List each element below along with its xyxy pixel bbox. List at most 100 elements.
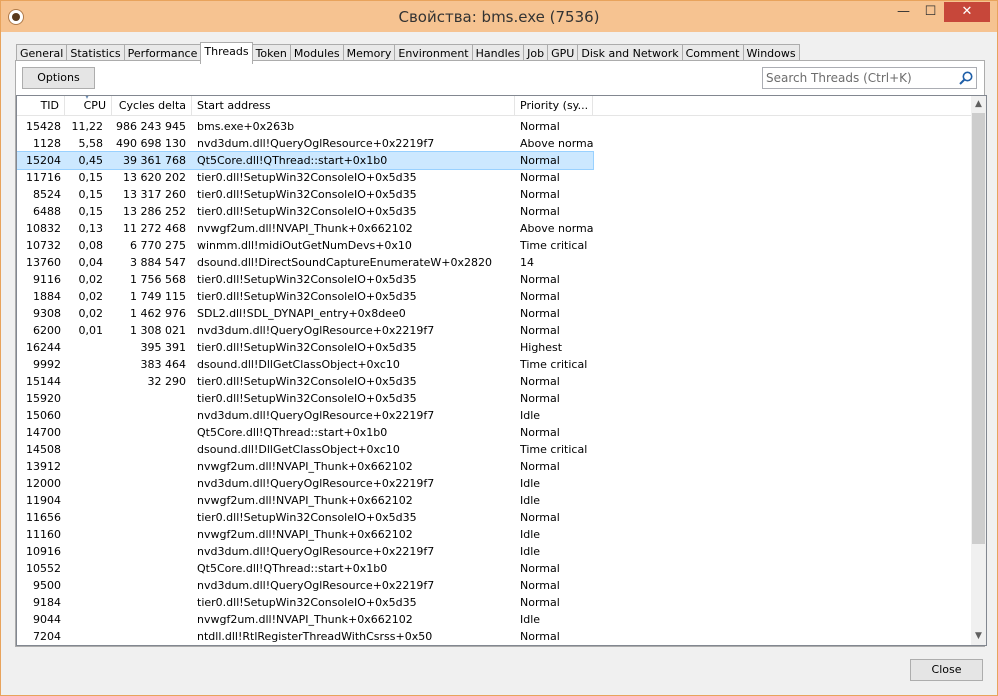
cell-cpu: 0,13 xyxy=(78,222,104,235)
table-row[interactable]: 6488 0,15 13 286 252 tier0.dll!SetupWin32Co… xyxy=(17,203,971,220)
cell-tid: 9992 xyxy=(33,358,61,371)
search-threads-input[interactable]: Search Threads (Ctrl+K) xyxy=(762,67,977,89)
window-close-button[interactable]: ✕ xyxy=(944,2,990,22)
cell-start: nvd3dum.dll!QueryOglResource+0x2219f7 xyxy=(197,409,435,422)
column-header-tid[interactable]: TID xyxy=(17,96,65,116)
table-row[interactable]: 11904 nvwgf2um.dll!NVAPI_Thunk+0x662102 Id… xyxy=(17,492,971,509)
cell-cycles: 3 884 547 xyxy=(130,256,186,269)
vertical-scrollbar[interactable]: ▲ ▼ xyxy=(971,95,987,646)
column-header-cycles-delta[interactable]: Cycles delta xyxy=(112,96,192,116)
table-row[interactable]: 15428 11,22 986 243 945 bms.exe+0x263b Norma… xyxy=(17,118,971,135)
scrollbar-thumb[interactable] xyxy=(972,113,985,544)
cell-cpu xyxy=(65,594,103,611)
cell-cpu xyxy=(65,356,103,373)
cell-tid: 15060 xyxy=(26,409,61,422)
table-row[interactable]: 12000 nvd3dum.dll!QueryOglResource+0x2219… xyxy=(17,475,971,492)
cell-priority: Normal xyxy=(520,426,560,439)
options-button[interactable]: Options xyxy=(22,67,95,89)
cell-cycles xyxy=(112,458,186,475)
table-row[interactable]: 15204 0,45 39 361 768 Qt5Core.dll!QThread::… xyxy=(17,151,594,170)
table-row[interactable]: 9184 tier0.dll!SetupWin32ConsoleIO+0x5d35… xyxy=(17,594,971,611)
cell-start: tier0.dll!SetupWin32ConsoleIO+0x5d35 xyxy=(197,205,417,218)
cell-cpu: 0,02 xyxy=(78,273,104,286)
column-header-priority[interactable]: Priority (sy... xyxy=(515,96,593,116)
column-header-start-address[interactable]: Start address xyxy=(192,96,515,116)
tab-threads[interactable]: Threads xyxy=(200,42,253,64)
table-row[interactable]: 15920 tier0.dll!SetupWin32ConsoleIO+0x5d3… xyxy=(17,390,971,407)
cell-cycles xyxy=(112,543,186,560)
cell-priority: Normal xyxy=(520,154,560,167)
table-row[interactable]: 9500 nvd3dum.dll!QueryOglResource+0x2219f… xyxy=(17,577,971,594)
table-row[interactable]: 6200 0,01 1 308 021 nvd3dum.dll!QueryOglRes… xyxy=(17,322,971,339)
cell-cpu: 0,15 xyxy=(78,171,104,184)
cell-cpu xyxy=(65,577,103,594)
cell-priority: Normal xyxy=(520,460,560,473)
cell-tid: 10552 xyxy=(26,562,61,575)
table-row[interactable]: 1128 5,58 490 698 130 nvd3dum.dll!QueryOglR… xyxy=(17,135,971,152)
cell-cycles xyxy=(112,492,186,509)
cell-priority: Normal xyxy=(520,205,560,218)
table-row[interactable]: 11656 tier0.dll!SetupWin32ConsoleIO+0x5d3… xyxy=(17,509,971,526)
table-row[interactable]: 10552 Qt5Core.dll!QThread::start+0x1b0 Nor… xyxy=(17,560,971,577)
table-row[interactable]: 14700 Qt5Core.dll!QThread::start+0x1b0 Nor… xyxy=(17,424,971,441)
cell-tid: 9116 xyxy=(33,273,61,286)
table-row[interactable]: 7204 ntdll.dll!RtlRegisterThreadWithCsrss… xyxy=(17,628,971,645)
table-row[interactable]: 1884 0,02 1 749 115 tier0.dll!SetupWin32Con… xyxy=(17,288,971,305)
cell-cycles xyxy=(112,441,186,458)
cell-start: dsound.dll!DirectSoundCaptureEnumerateW+… xyxy=(197,256,492,269)
cell-tid: 11904 xyxy=(26,494,61,507)
table-row[interactable]: 15144 32 290 tier0.dll!SetupWin32ConsoleIO… xyxy=(17,373,971,390)
table-row[interactable]: 13760 0,04 3 884 547 dsound.dll!DirectSound… xyxy=(17,254,971,271)
cell-cycles xyxy=(112,424,186,441)
cell-tid: 6200 xyxy=(33,324,61,337)
cell-cpu: 0,02 xyxy=(78,290,104,303)
table-row[interactable]: 14508 dsound.dll!DllGetClassObject+0xc10 T… xyxy=(17,441,971,458)
cell-start: SDL2.dll!SDL_DYNAPI_entry+0x8dee0 xyxy=(197,307,406,320)
table-row[interactable]: 10732 0,08 6 770 275 winmm.dll!midiOutGetNu… xyxy=(17,237,971,254)
cell-cpu xyxy=(65,390,103,407)
search-icon[interactable] xyxy=(958,70,974,86)
minimize-button[interactable]: — xyxy=(890,2,917,22)
table-row[interactable]: 9116 0,02 1 756 568 tier0.dll!SetupWin32Con… xyxy=(17,271,971,288)
cell-start: tier0.dll!SetupWin32ConsoleIO+0x5d35 xyxy=(197,392,417,405)
cell-cycles: 1 462 976 xyxy=(130,307,186,320)
cell-cpu xyxy=(65,628,103,645)
table-row[interactable]: 9992 383 464 dsound.dll!DllGetClassObject+… xyxy=(17,356,971,373)
cell-cpu xyxy=(65,339,103,356)
table-row[interactable]: 10916 nvd3dum.dll!QueryOglResource+0x2219… xyxy=(17,543,971,560)
cell-cpu: 0,04 xyxy=(78,256,104,269)
cell-tid: 13760 xyxy=(26,256,61,269)
table-row[interactable]: 13912 nvwgf2um.dll!NVAPI_Thunk+0x662102 No… xyxy=(17,458,971,475)
scroll-down-icon[interactable]: ▼ xyxy=(971,628,986,645)
cell-priority: Idle xyxy=(520,477,541,490)
table-row[interactable]: 16244 395 391 tier0.dll!SetupWin32ConsoleI… xyxy=(17,339,971,356)
cell-priority: Normal xyxy=(520,120,560,133)
table-row[interactable]: 11160 nvwgf2um.dll!NVAPI_Thunk+0x662102 Id… xyxy=(17,526,971,543)
cell-tid: 9184 xyxy=(33,596,61,609)
cell-start: Qt5Core.dll!QThread::start+0x1b0 xyxy=(197,154,388,167)
cell-priority: Idle xyxy=(520,528,541,541)
cell-tid: 6488 xyxy=(33,205,61,218)
cell-start: winmm.dll!midiOutGetNumDevs+0x10 xyxy=(197,239,412,252)
scroll-up-icon[interactable]: ▲ xyxy=(971,96,986,113)
cell-priority: Normal xyxy=(520,392,560,405)
cell-cpu xyxy=(65,373,103,390)
title-bar[interactable]: Свойства: bms.exe (7536) — ☐ ✕ xyxy=(1,1,997,32)
cell-cycles xyxy=(112,560,186,577)
table-row[interactable]: 9308 0,02 1 462 976 SDL2.dll!SDL_DYNAPI_ent… xyxy=(17,305,971,322)
cell-tid: 7204 xyxy=(33,630,61,643)
close-button[interactable]: Close xyxy=(910,659,983,681)
maximize-button[interactable]: ☐ xyxy=(917,2,944,22)
table-row[interactable]: 11716 0,15 13 620 202 tier0.dll!SetupWin32C… xyxy=(17,169,971,186)
cell-cycles: 395 391 xyxy=(140,341,187,354)
cell-cpu xyxy=(65,611,103,628)
table-row[interactable]: 9044 nvwgf2um.dll!NVAPI_Thunk+0x662102 Idl… xyxy=(17,611,971,628)
table-row[interactable]: 15060 nvd3dum.dll!QueryOglResource+0x2219… xyxy=(17,407,971,424)
table-row[interactable]: 8524 0,15 13 317 260 tier0.dll!SetupWin32Co… xyxy=(17,186,971,203)
threads-list[interactable]: TID CPU ▾ Cycles delta Start address Pri… xyxy=(16,95,971,646)
cell-cycles: 32 290 xyxy=(147,375,187,388)
cell-cpu xyxy=(65,441,103,458)
cell-priority: Above normal xyxy=(520,137,593,150)
cell-start: nvd3dum.dll!QueryOglResource+0x2219f7 xyxy=(197,477,435,490)
table-row[interactable]: 10832 0,13 11 272 468 nvwgf2um.dll!NVAPI_Th… xyxy=(17,220,971,237)
